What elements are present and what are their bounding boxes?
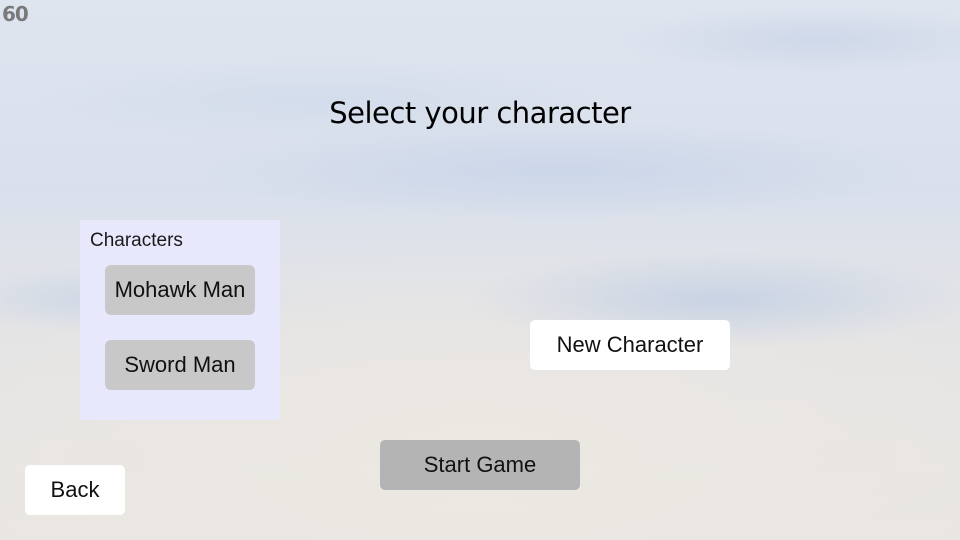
character-button-mohawk-man[interactable]: Mohawk Man: [105, 265, 255, 315]
page-title: Select your character: [329, 96, 631, 130]
character-button-sword-man[interactable]: Sword Man: [105, 340, 255, 390]
characters-panel-label: Characters: [90, 230, 183, 251]
fps-counter: 60: [2, 2, 29, 26]
start-game-button[interactable]: Start Game: [380, 440, 580, 490]
characters-panel: Characters Mohawk Man Sword Man: [80, 220, 280, 420]
back-button[interactable]: Back: [25, 465, 125, 515]
new-character-button[interactable]: New Character: [530, 320, 730, 370]
